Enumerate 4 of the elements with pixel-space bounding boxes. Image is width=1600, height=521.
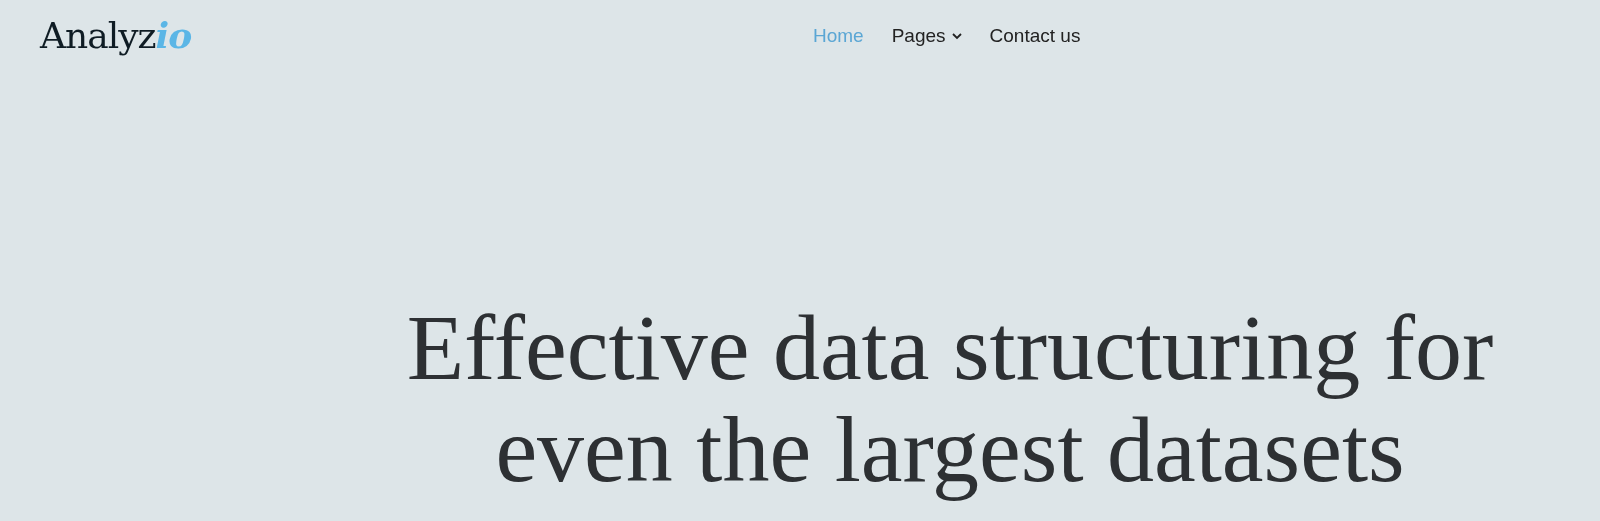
nav-link[interactable]: Pages (888, 22, 965, 51)
logo[interactable]: Analyzio (40, 16, 192, 54)
nav-link[interactable]: Contact us (986, 22, 1084, 51)
hero-headline: Effective data structuring for even the largest datasets (405, 296, 1495, 500)
